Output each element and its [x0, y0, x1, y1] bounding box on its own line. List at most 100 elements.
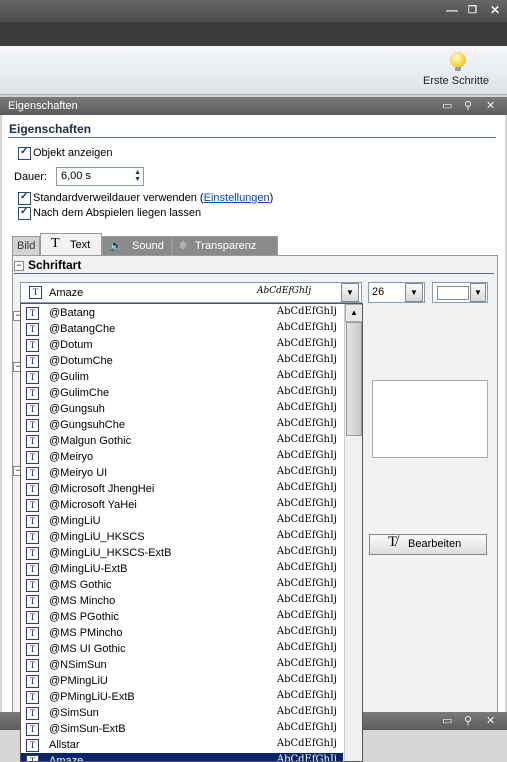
font-preview: AbCdEfGhIj: [276, 482, 337, 493]
tab-bild[interactable]: Bild: [12, 236, 40, 255]
font-preview: AbCdEfGhIj: [276, 562, 337, 573]
font-name: @Dotum: [49, 339, 93, 351]
chevron-down-icon[interactable]: ▼: [341, 283, 359, 302]
font-list-item[interactable]: T Amaze AbCdEfGhIj: [21, 753, 343, 761]
objekt-anzeigen-checkbox[interactable]: [18, 146, 31, 160]
font-list-item[interactable]: T @DotumChe AbCdEfGhIj: [21, 353, 343, 369]
maximize-panel-icon[interactable]: ▭: [442, 99, 452, 112]
font-name: @PMingLiU: [49, 675, 108, 687]
restore-icon[interactable]: ❐: [468, 5, 477, 16]
font-list-item[interactable]: T @MingLiU_HKSCS AbCdEfGhIj: [21, 529, 343, 545]
font-icon: T: [26, 355, 39, 368]
font-list-item[interactable]: T @Malgun Gothic AbCdEfGhIj: [21, 433, 343, 449]
font-preview: AbCdEfGhIj: [276, 722, 337, 733]
pin-icon[interactable]: ⚲: [464, 99, 472, 112]
close-panel-icon[interactable]: ✕: [486, 99, 495, 112]
font-list-item[interactable]: T @SimSun-ExtB AbCdEfGhIj: [21, 721, 343, 737]
font-list-item[interactable]: T @MS PMincho AbCdEfGhIj: [21, 625, 343, 641]
standardverweildauer-label: Standardverweildauer verwenden (: [33, 192, 204, 204]
tab-text[interactable]: T Text: [40, 233, 102, 256]
font-list-item[interactable]: T @SimSun AbCdEfGhIj: [21, 705, 343, 721]
font-list-item[interactable]: T @GungsuhChe AbCdEfGhIj: [21, 417, 343, 433]
font-icon: T: [26, 643, 39, 656]
font-preview: AbCdEfGhIj: [276, 738, 337, 749]
font-list-item[interactable]: T Allstar AbCdEfGhIj: [21, 737, 343, 753]
font-name: Allstar: [49, 739, 80, 751]
font-name: @Gungsuh: [49, 403, 105, 415]
list-scrollbar[interactable]: ▲: [344, 304, 362, 761]
font-name: @MS Gothic: [49, 579, 112, 591]
font-list-item[interactable]: T @GulimChe AbCdEfGhIj: [21, 385, 343, 401]
font-list-item[interactable]: T @Gulim AbCdEfGhIj: [21, 369, 343, 385]
close-panel-icon[interactable]: ✕: [486, 714, 495, 727]
font-preview: AbCdEfGhIj: [276, 386, 337, 397]
font-dropdown-list[interactable]: ▲ T @Batang AbCdEfGhIj T @BatangChe AbCdEfGhI…: [20, 303, 363, 762]
font-preview: AbCdEfGhIj: [276, 306, 337, 317]
scroll-up-icon[interactable]: ▲: [345, 304, 362, 322]
text-area-preview[interactable]: [372, 380, 488, 458]
font-list-item[interactable]: T @PMingLiU AbCdEfGhIj: [21, 673, 343, 689]
chevron-down-icon[interactable]: ▼: [470, 283, 486, 302]
dauer-spinner[interactable]: 6,00 s ▲ ▼: [56, 167, 144, 186]
font-list-item[interactable]: T @MingLiU AbCdEfGhIj: [21, 513, 343, 529]
standardverweildauer-row: Standardverweildauer verwenden (Einstell…: [33, 192, 273, 204]
font-list-item[interactable]: T @Microsoft YaHei AbCdEfGhIj: [21, 497, 343, 513]
font-icon: T: [26, 371, 39, 384]
font-list-item[interactable]: T @MingLiU-ExtB AbCdEfGhIj: [21, 561, 343, 577]
font-icon: T: [26, 755, 39, 761]
font-list-item[interactable]: T @Meiryo UI AbCdEfGhIj: [21, 465, 343, 481]
font-list-item[interactable]: T @MS UI Gothic AbCdEfGhIj: [21, 641, 343, 657]
font-list-item[interactable]: T @Dotum AbCdEfGhIj: [21, 337, 343, 353]
collapse-schriftart-icon[interactable]: −: [14, 261, 24, 271]
tab-strip: Bild T Text 🔈 Sound ⚛ Transparenz: [12, 233, 496, 256]
font-preview: AbCdEfGhIj: [276, 498, 337, 509]
font-name: @SimSun-ExtB: [49, 723, 126, 735]
font-preview: AbCdEfGhIj: [276, 658, 337, 669]
font-list-item[interactable]: T @NSimSun AbCdEfGhIj: [21, 657, 343, 673]
tab-label: Text: [70, 239, 91, 251]
minimize-icon[interactable]: —: [446, 3, 458, 17]
erste-schritte-button[interactable]: Erste Schritte: [423, 75, 489, 87]
font-list-item[interactable]: T @MS Gothic AbCdEfGhIj: [21, 577, 343, 593]
font-preview: AbCdEfGhIj: [276, 690, 337, 701]
font-list-item[interactable]: T @PMingLiU-ExtB AbCdEfGhIj: [21, 689, 343, 705]
font-list-item[interactable]: T @MingLiU_HKSCS-ExtB AbCdEfGhIj: [21, 545, 343, 561]
font-list-item[interactable]: T @MS Mincho AbCdEfGhIj: [21, 593, 343, 609]
einstellungen-link[interactable]: Einstellungen: [204, 192, 270, 204]
font-preview: AbCdEfGhIj: [276, 594, 337, 605]
font-list-item[interactable]: T @Microsoft JhengHei AbCdEfGhIj: [21, 481, 343, 497]
spin-down-icon[interactable]: ▼: [134, 176, 141, 183]
font-list-item[interactable]: T @MS PGothic AbCdEfGhIj: [21, 609, 343, 625]
font-name: @MS Mincho: [49, 595, 116, 607]
font-list-item[interactable]: T @Gungsuh AbCdEfGhIj: [21, 401, 343, 417]
font-preview: AbCdEfGhIj: [276, 354, 337, 365]
ribbon: [0, 46, 507, 95]
liegen-lassen-checkbox[interactable]: [18, 206, 31, 220]
maximize-panel-icon[interactable]: ▭: [442, 714, 452, 727]
font-list-item[interactable]: T @BatangChe AbCdEfGhIj: [21, 321, 343, 337]
close-paren: ): [269, 192, 274, 204]
font-list-item[interactable]: T @Meiryo AbCdEfGhIj: [21, 449, 343, 465]
tab-sound[interactable]: 🔈 Sound: [102, 236, 172, 255]
font-preview: AbCdEfGhIj: [276, 434, 337, 445]
standardverweildauer-checkbox[interactable]: [18, 191, 31, 205]
spin-up-icon[interactable]: ▲: [134, 169, 141, 176]
font-preview: AbCdEfGhIj: [276, 370, 337, 381]
pin-icon[interactable]: ⚲: [464, 714, 472, 727]
objekt-anzeigen-label: Objekt anzeigen: [33, 147, 113, 159]
font-family-select[interactable]: T Amaze AbCdEfGhIj: [20, 282, 362, 303]
chevron-down-icon[interactable]: ▼: [405, 283, 423, 302]
tab-transparenz[interactable]: ⚛ Transparenz: [172, 236, 278, 255]
font-name: @MS UI Gothic: [49, 643, 126, 655]
tab-label: Sound: [132, 240, 164, 252]
font-list-item[interactable]: T @Batang AbCdEfGhIj: [21, 305, 343, 321]
font-name: @GungsuhChe: [49, 419, 125, 431]
selected-font-preview: AbCdEfGhIj: [257, 286, 312, 296]
scroll-thumb[interactable]: [346, 322, 362, 436]
font-preview: AbCdEfGhIj: [276, 610, 337, 621]
close-icon[interactable]: ✕: [490, 3, 500, 17]
tab-label: Transparenz: [195, 240, 257, 252]
lightbulb-icon[interactable]: [450, 52, 466, 71]
font-icon: T: [26, 611, 39, 624]
bearbeiten-button[interactable]: T̸ Bearbeiten: [369, 534, 487, 555]
